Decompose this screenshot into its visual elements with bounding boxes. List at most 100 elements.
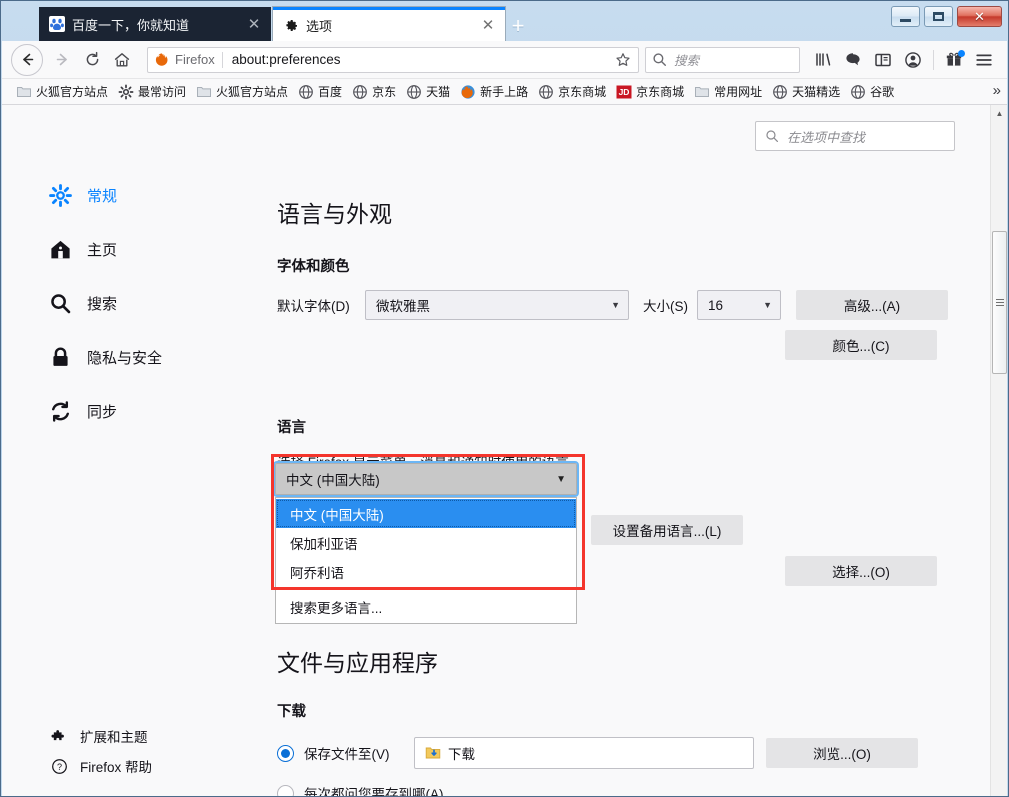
tab-close-icon[interactable]: ✕	[245, 15, 263, 33]
bookmarks-overflow-button[interactable]: »	[993, 82, 1001, 99]
language-section-heading: 语言	[277, 416, 990, 437]
tab-baidu[interactable]: 百度一下，你就知道 ✕	[39, 7, 271, 41]
back-button[interactable]	[11, 44, 43, 76]
home-button[interactable]	[107, 45, 137, 75]
content-scrollbar[interactable]: ▲	[990, 105, 1007, 797]
sidebar-item-sync[interactable]: 同步	[48, 394, 250, 428]
bookmark-label: 京东商城	[636, 83, 684, 100]
sidebar-item-label: 常规	[87, 185, 117, 206]
app-menu-button[interactable]	[969, 45, 999, 75]
bookmark-label: 京东商城	[558, 83, 606, 100]
bookmark-item[interactable]: 新手上路	[455, 81, 533, 103]
firefox-icon	[155, 52, 170, 67]
reload-button[interactable]	[77, 45, 107, 75]
default-font-label: 默认字体(D)	[277, 295, 365, 315]
save-to-radio-group[interactable]: 保存文件至(V)	[277, 743, 414, 763]
download-folder-field[interactable]: 下载	[414, 737, 754, 769]
font-size-value: 16	[708, 298, 723, 313]
new-tab-button[interactable]: +	[505, 13, 531, 39]
minimize-button[interactable]	[891, 6, 920, 27]
scroll-up-button[interactable]: ▲	[991, 105, 1008, 122]
advanced-button[interactable]: 高级...(A)	[796, 290, 948, 320]
preferences-sidebar: 常规 主页 搜索	[2, 105, 250, 797]
gift-button[interactable]	[939, 45, 969, 75]
colors-button[interactable]: 颜色...(C)	[785, 330, 937, 360]
reload-icon	[84, 51, 101, 68]
sidebar-item-home[interactable]: 主页	[48, 232, 250, 266]
gear-icon	[283, 18, 299, 34]
search-more-languages-option[interactable]: 搜索更多语言...	[276, 592, 576, 621]
help-circle-icon: ?	[50, 757, 68, 775]
folder-icon	[196, 84, 212, 100]
page-title: 语言与外观	[277, 195, 990, 229]
bookmark-item[interactable]: 火狐官方站点	[11, 81, 113, 103]
sidebar-item-general[interactable]: 常规	[48, 178, 250, 212]
close-window-button[interactable]: ✕	[957, 6, 1002, 27]
site-identity[interactable]: Firefox	[155, 52, 222, 67]
bookmark-label: 天猫精选	[792, 83, 840, 100]
hamburger-menu-icon	[975, 53, 993, 67]
tab-close-icon[interactable]: ✕	[479, 17, 497, 35]
sidebar-item-label: 主页	[87, 239, 117, 260]
bookmark-item[interactable]: 天猫精选	[767, 81, 845, 103]
colors-row: 颜色...(C)	[277, 330, 990, 360]
account-button[interactable]	[898, 45, 928, 75]
bookmark-label: 谷歌	[870, 83, 894, 100]
sidebar-item-extensions[interactable]: 扩展和主题	[50, 721, 250, 751]
library-button[interactable]	[808, 45, 838, 75]
language-option[interactable]: 阿乔利语	[276, 557, 576, 586]
sidebar-bottom-group: 扩展和主题 ? Firefox 帮助	[2, 721, 250, 781]
bookmark-item[interactable]: 天猫	[401, 81, 455, 103]
pocket-button[interactable]	[838, 45, 868, 75]
sidebar-item-label: 搜索	[87, 293, 117, 314]
sidebar-button[interactable]	[868, 45, 898, 75]
set-alternatives-button[interactable]: 设置备用语言...(L)	[591, 515, 743, 545]
tab-options[interactable]: 选项 ✕	[273, 7, 505, 41]
bookmark-label: 最常访问	[138, 83, 186, 100]
toolbar-divider	[933, 50, 934, 70]
globe-icon	[352, 84, 368, 100]
language-option[interactable]: 中文 (中国大陆)	[276, 499, 576, 528]
bookmark-item[interactable]: 最常访问	[113, 81, 191, 103]
tab-title: 百度一下，你就知道	[72, 15, 238, 34]
language-select[interactable]: 中文 (中国大陆) ▼	[275, 463, 577, 495]
bookmark-star-icon[interactable]	[612, 49, 634, 71]
default-font-select[interactable]: 微软雅黑 ▼	[365, 290, 629, 320]
maximize-button[interactable]	[924, 6, 953, 27]
globe-icon	[298, 84, 314, 100]
browse-button[interactable]: 浏览...(O)	[766, 738, 918, 768]
sidebar-item-help[interactable]: ? Firefox 帮助	[50, 751, 250, 781]
bookmark-item[interactable]: 谷歌	[845, 81, 899, 103]
always-ask-radio[interactable]	[277, 785, 294, 797]
choose-language-button[interactable]: 选择...(O)	[785, 556, 937, 586]
bookmark-item[interactable]: 常用网址	[689, 81, 767, 103]
svg-text:JD: JD	[619, 87, 630, 97]
bookmark-item[interactable]: 京东	[347, 81, 401, 103]
bookmark-item[interactable]: 百度	[293, 81, 347, 103]
save-to-radio[interactable]	[277, 745, 294, 762]
url-text[interactable]: about:preferences	[223, 52, 612, 67]
save-files-row: 保存文件至(V) 下载 浏览...(O)	[277, 737, 990, 769]
scrollbar-thumb[interactable]	[992, 231, 1007, 374]
language-dropdown-popup[interactable]: 中文 (中国大陆) 保加利亚语 阿乔利语 搜索更多语言...	[275, 497, 577, 624]
bookmark-item[interactable]: JD 京东商城	[611, 81, 689, 103]
globe-icon	[850, 84, 866, 100]
sidebar-item-search[interactable]: 搜索	[48, 286, 250, 320]
forward-button[interactable]	[47, 45, 77, 75]
fonts-section-heading: 字体和颜色	[277, 255, 990, 276]
globe-icon	[772, 84, 788, 100]
sidebar-item-privacy[interactable]: 隐私与安全	[48, 340, 250, 374]
bookmark-item[interactable]: 火狐官方站点	[191, 81, 293, 103]
url-bar[interactable]: Firefox about:preferences	[147, 47, 639, 73]
globe-icon	[406, 84, 422, 100]
search-bar[interactable]: 搜索	[645, 47, 800, 73]
chevron-down-icon: ▼	[603, 300, 620, 310]
downloads-heading: 下载	[277, 700, 990, 721]
navigation-toolbar: Firefox about:preferences 搜索	[2, 41, 1007, 79]
font-size-select[interactable]: 16 ▼	[697, 290, 781, 320]
language-option[interactable]: 保加利亚语	[276, 528, 576, 557]
always-ask-radio-group[interactable]: 每次都问您要存到哪(A)	[277, 783, 990, 797]
sidebar-item-label: 隐私与安全	[87, 347, 162, 368]
bookmark-item[interactable]: 京东商城	[533, 81, 611, 103]
jd-icon: JD	[616, 84, 632, 100]
